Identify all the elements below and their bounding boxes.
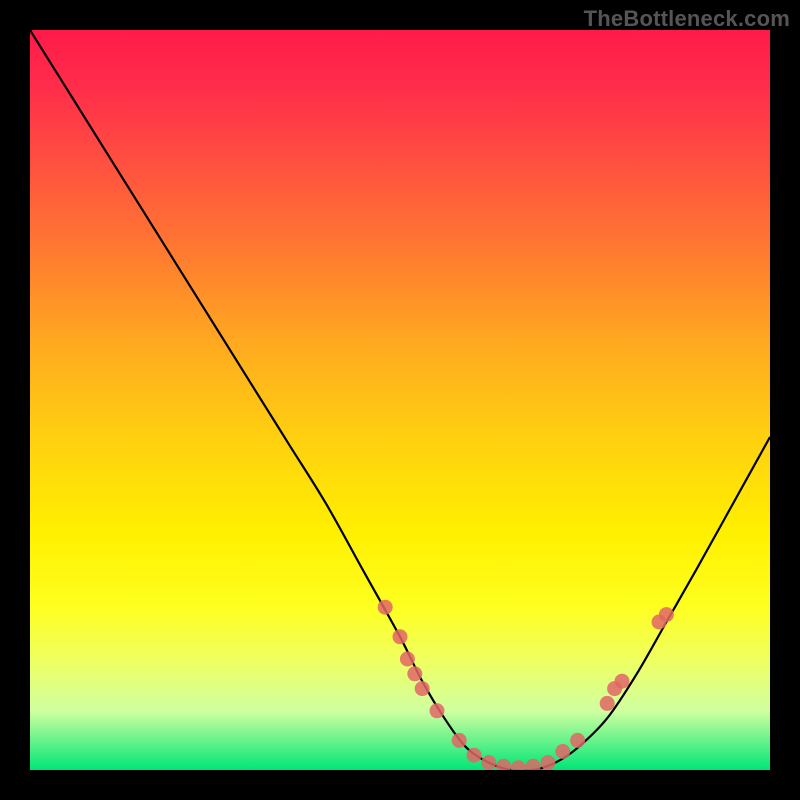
chart-svg	[30, 30, 770, 770]
chart-container: TheBottleneck.com	[0, 0, 800, 800]
marker-dot	[452, 733, 467, 748]
marker-dot	[430, 703, 445, 718]
marker-dot	[407, 666, 422, 681]
marker-dot	[467, 748, 482, 763]
marker-dot	[541, 755, 556, 770]
marker-dot	[570, 733, 585, 748]
marker-dot	[526, 759, 541, 770]
marker-dot	[378, 600, 393, 615]
marker-dot	[415, 681, 430, 696]
marker-dot	[555, 744, 570, 759]
marker-dot	[659, 607, 674, 622]
marker-dot	[481, 755, 496, 770]
marker-dot	[400, 652, 415, 667]
marker-dot	[393, 629, 408, 644]
marker-dot	[615, 674, 630, 689]
plot-area	[30, 30, 770, 770]
marker-dot	[600, 696, 615, 711]
marker-dot	[496, 759, 511, 770]
marker-dot	[511, 760, 526, 770]
watermark-text: TheBottleneck.com	[584, 6, 790, 32]
